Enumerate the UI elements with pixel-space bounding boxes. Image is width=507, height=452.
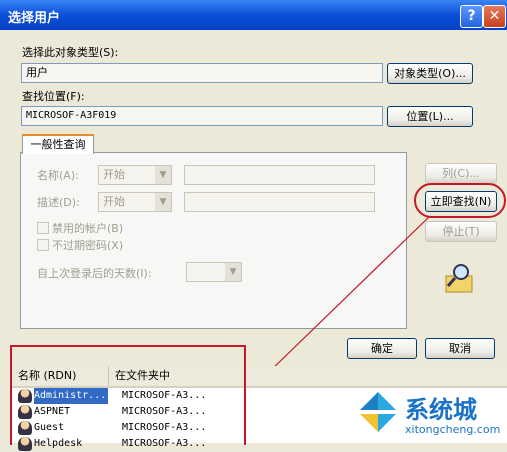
column-header-empty: [246, 366, 507, 388]
watermark-url: xitongcheng.com: [405, 423, 501, 436]
windows-logo-icon: [360, 392, 396, 432]
watermark-brand: 系统城: [405, 396, 477, 424]
results-highlight: [10, 345, 246, 445]
